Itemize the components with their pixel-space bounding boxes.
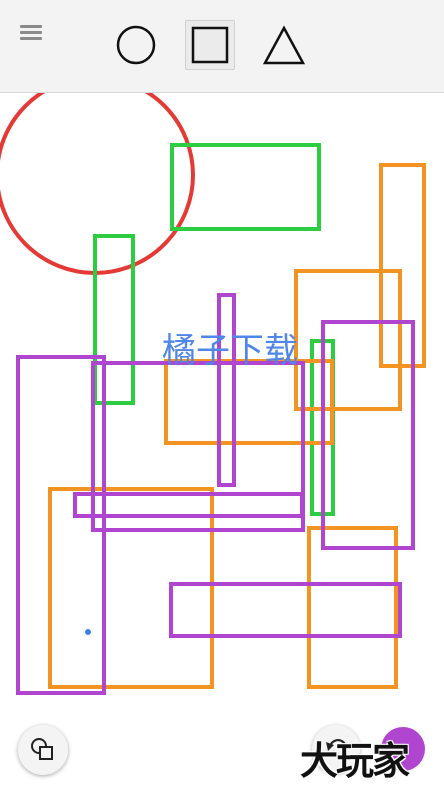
orange-rect-shape[interactable] xyxy=(164,359,334,445)
menu-button[interactable] xyxy=(20,22,48,46)
menu-icon-bar xyxy=(20,37,42,40)
layers-button[interactable] xyxy=(18,725,68,775)
orange-rect-shape[interactable] xyxy=(379,163,426,368)
logo-watermark: 大玩家 xyxy=(300,738,410,783)
layers-icon xyxy=(31,738,53,760)
purple-rect-shape[interactable] xyxy=(73,492,304,518)
purple-rect-shape[interactable] xyxy=(91,361,305,532)
orange-rect-shape[interactable] xyxy=(48,487,214,689)
shapes-layer xyxy=(0,93,426,695)
triangle-tool[interactable] xyxy=(259,20,309,70)
menu-icon-bar xyxy=(20,25,42,28)
square-icon xyxy=(191,26,229,64)
circle-tool[interactable] xyxy=(111,20,161,70)
toolbar xyxy=(0,0,444,93)
rectangle-tool[interactable] xyxy=(185,20,235,70)
green-rect-shape[interactable] xyxy=(93,234,135,405)
menu-icon-bar xyxy=(20,31,42,34)
triangle-icon xyxy=(262,25,306,65)
watermark-text: 橘子下载 xyxy=(162,331,298,371)
blue-dot-shape[interactable] xyxy=(85,629,91,635)
orange-rect-shape[interactable] xyxy=(307,526,398,689)
purple-rect-shape[interactable] xyxy=(169,582,402,638)
drawing-canvas[interactable]: 橘子下载 xyxy=(0,93,444,791)
circle-icon xyxy=(116,25,156,65)
